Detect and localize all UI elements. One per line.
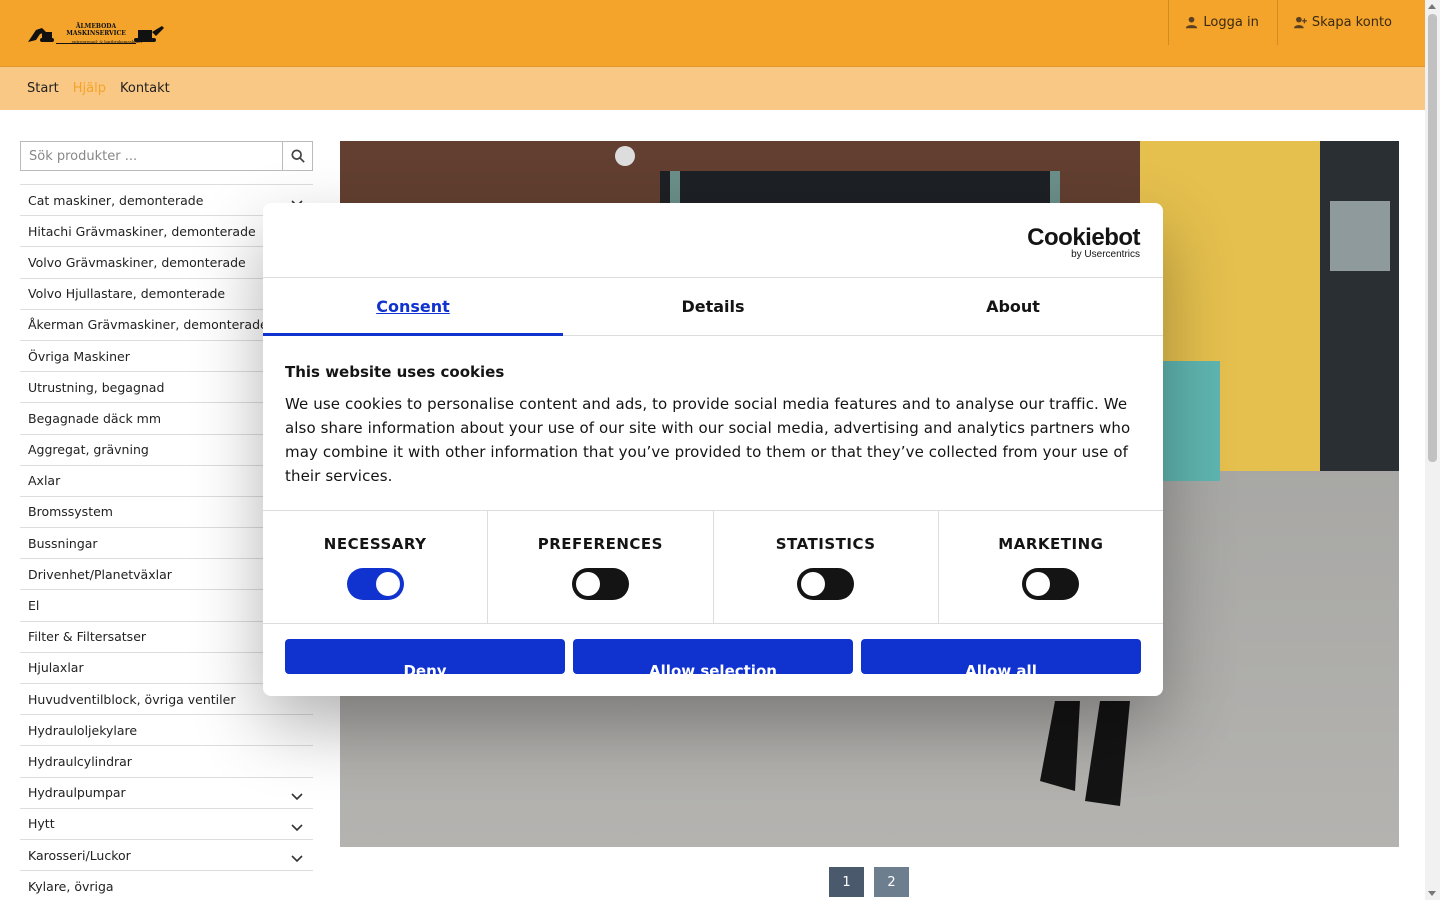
statistics-switch[interactable]	[797, 568, 855, 600]
dialog-title: This website uses cookies	[285, 363, 505, 381]
toggle-necessary: NECESSARY	[263, 511, 489, 623]
cookiebot-brand-sub: by Usercentrics	[1071, 249, 1140, 260]
deny-button[interactable]: Deny	[285, 639, 565, 674]
allow-all-button[interactable]: Allow all	[861, 639, 1141, 674]
toggle-marketing-label: MARKETING	[998, 535, 1104, 553]
scroll-thumb[interactable]	[1428, 14, 1437, 462]
preferences-switch[interactable]	[571, 568, 629, 600]
toggle-statistics-label: STATISTICS	[775, 535, 876, 553]
tab-about[interactable]: About	[863, 278, 1163, 335]
cookiebot-logo[interactable]: Cookiebot by Usercentrics	[1027, 225, 1140, 260]
tab-consent[interactable]: Consent	[263, 278, 563, 336]
scroll-down-icon[interactable]	[1428, 891, 1436, 896]
tab-details[interactable]: Details	[563, 278, 863, 335]
dialog-text: We use cookies to personalise content an…	[285, 395, 1131, 485]
allow-selection-button[interactable]: Allow selection	[573, 639, 853, 674]
toggle-preferences: PREFERENCES	[488, 511, 714, 623]
necessary-switch[interactable]	[346, 568, 404, 600]
cookie-overlay: Cookiebot by Usercentrics Consent Detail…	[0, 0, 1425, 900]
scroll-up-icon[interactable]	[1428, 4, 1436, 9]
toggle-marketing: MARKETING	[939, 511, 1163, 623]
marketing-switch[interactable]	[1022, 568, 1080, 600]
cookie-consent-dialog: Cookiebot by Usercentrics Consent Detail…	[263, 203, 1163, 696]
dialog-buttons: Deny Allow selection Allow all	[263, 624, 1163, 674]
dialog-tabs: Consent Details About	[263, 278, 1163, 336]
consent-toggles: NECESSARY PREFERENCES STATISTICS MARKETI…	[263, 511, 1163, 624]
toggle-necessary-label: NECESSARY	[323, 535, 427, 553]
toggle-preferences-label: PREFERENCES	[537, 535, 663, 553]
page-scrollbar[interactable]	[1425, 0, 1440, 900]
toggle-statistics: STATISTICS	[714, 511, 939, 623]
dialog-header: Cookiebot by Usercentrics	[263, 203, 1163, 278]
cookiebot-brand: Cookiebot	[1027, 224, 1140, 251]
dialog-body: This website uses cookies We use cookies…	[263, 336, 1163, 511]
